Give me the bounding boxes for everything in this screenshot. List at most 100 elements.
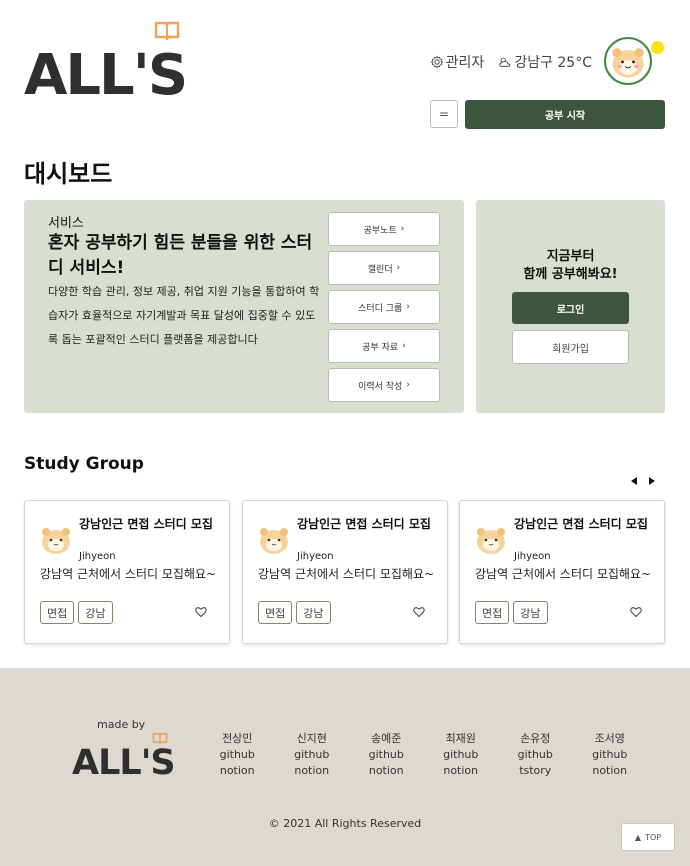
study-card[interactable]: 강남인근 면접 스터디 모집 Jihyeon 강남역 근처에서 스터디 모집해요… (459, 500, 665, 644)
card-author: Jihyeon (79, 551, 116, 562)
weather-icon (499, 57, 511, 67)
card-author: Jihyeon (297, 551, 334, 562)
scroll-top-button[interactable]: ▲ TOP (621, 823, 675, 851)
tag[interactable]: 면접 (475, 601, 510, 624)
member-link[interactable]: notion (573, 763, 648, 779)
tag[interactable]: 면접 (40, 601, 75, 624)
card-tags: 면접 강남 (258, 601, 331, 624)
status-dot (651, 41, 664, 54)
link-label: 캘린더 (367, 264, 393, 275)
study-note-link[interactable]: 공부노트 › (328, 212, 440, 246)
weather-label: 강남구 25°C (514, 55, 592, 71)
hamster-avatar-icon (260, 528, 288, 554)
study-material-link[interactable]: 공부 자료 › (328, 329, 440, 363)
study-group-title: Study Group (24, 454, 144, 474)
member-link[interactable]: github (200, 747, 275, 763)
member-item: 송예준 github notion (349, 731, 424, 779)
footer-logo[interactable]: ALL'S (72, 732, 176, 786)
member-link[interactable]: notion (275, 763, 350, 779)
service-description: 다양한 학습 관리, 정보 제공, 취업 지원 기능을 통합하여 학습자가 효율… (48, 285, 320, 346)
chevron-right-icon: › (400, 224, 405, 234)
made-by-label: made by (97, 718, 146, 731)
hamster-avatar-icon (612, 48, 644, 78)
member-name: 조서영 (594, 732, 625, 745)
card-author: Jihyeon (514, 551, 551, 562)
member-item: 손유정 github tstory (498, 731, 573, 779)
heart-icon[interactable] (195, 606, 207, 618)
card-description: 강남역 근처에서 스터디 모집해요~ (475, 567, 652, 581)
member-name: 최재원 (445, 732, 476, 745)
login-panel: 지금부터 함께 공부해봐요! 로그인 회원가입 (476, 200, 665, 413)
member-link[interactable]: notion (424, 763, 499, 779)
top-label: TOP (645, 832, 662, 842)
study-card[interactable]: 강남인근 면접 스터디 모집 Jihyeon 강남역 근처에서 스터디 모집해요… (242, 500, 448, 644)
signup-button[interactable]: 회원가입 (512, 330, 629, 364)
tag[interactable]: 면접 (258, 601, 293, 624)
book-icon (154, 21, 180, 40)
link-label: 이력서 작성 (358, 381, 403, 392)
chevron-right-icon: › (406, 380, 410, 390)
member-item: 신지현 github notion (275, 731, 350, 779)
service-links: 공부노트 › 캘린더 › 스터디 그룹 › 공부 자료 › 이력서 작성 › (328, 212, 440, 407)
member-item: 조서영 github notion (573, 731, 648, 779)
top-info: 관리자 강남구 25°C (430, 52, 592, 72)
resume-link[interactable]: 이력서 작성 › (328, 368, 440, 402)
carousel-arrows (631, 477, 655, 485)
member-link[interactable]: github (424, 747, 499, 763)
login-button[interactable]: 로그인 (512, 292, 629, 324)
admin-label: 관리자 (445, 55, 485, 71)
member-link[interactable]: notion (200, 763, 275, 779)
card-description: 강남역 근처에서 스터디 모집해요~ (258, 567, 435, 581)
link-label: 스터디 그룹 (358, 303, 403, 314)
tag[interactable]: 강남 (513, 601, 548, 624)
login-message: 지금부터 함께 공부해봐요! (476, 248, 665, 284)
member-name: 송예준 (371, 732, 402, 745)
gear-icon (430, 55, 444, 69)
weather-info: 강남구 25°C (498, 52, 592, 72)
start-study-button[interactable]: 공부 시작 (465, 100, 665, 129)
member-item: 전상민 github notion (200, 731, 275, 779)
user-avatar[interactable] (604, 37, 652, 85)
service-headline: 혼자 공부하기 힘든 분들을 위한 스터디 서비스! (48, 233, 313, 278)
login-message-line2: 함께 공부해봐요! (523, 267, 618, 282)
prev-arrow-icon[interactable] (631, 477, 637, 485)
hamster-avatar-icon (477, 528, 505, 554)
next-arrow-icon[interactable] (649, 477, 655, 485)
tag[interactable]: 강남 (78, 601, 113, 624)
member-name: 전상민 (222, 732, 253, 745)
team-members: 전상민 github notion 신지현 github notion 송예준 … (200, 731, 647, 779)
card-description: 강남역 근처에서 스터디 모집해요~ (40, 567, 217, 581)
member-link[interactable]: notion (349, 763, 424, 779)
chevron-right-icon: › (396, 263, 401, 273)
admin-link[interactable]: 관리자 (430, 52, 485, 72)
copyright: © 2021 All Rights Reserved (268, 817, 422, 830)
member-link[interactable]: tstory (498, 763, 573, 779)
hamster-avatar-icon (42, 528, 70, 554)
card-title: 강남인근 면접 스터디 모집 (514, 517, 648, 531)
study-card[interactable]: 강남인근 면접 스터디 모집 Jihyeon 강남역 근처에서 스터디 모집해요… (24, 500, 230, 644)
card-title: 강남인근 면접 스터디 모집 (79, 517, 213, 531)
card-tags: 면접 강남 (475, 601, 548, 624)
member-item: 최재원 github notion (424, 731, 499, 779)
member-link[interactable]: github (349, 747, 424, 763)
member-link[interactable]: github (573, 747, 648, 763)
study-group-link[interactable]: 스터디 그룹 › (328, 290, 440, 324)
login-message-line1: 지금부터 (546, 249, 595, 264)
calendar-link[interactable]: 캘린더 › (328, 251, 440, 285)
link-label: 공부노트 (363, 225, 397, 236)
heart-icon[interactable] (413, 606, 425, 618)
heart-icon[interactable] (630, 606, 642, 618)
menu-button[interactable]: = (430, 100, 458, 128)
member-link[interactable]: github (498, 747, 573, 763)
card-title: 강남인근 면접 스터디 모집 (297, 517, 431, 531)
footer: made by ALL'S 전상민 github notion 신지현 gith… (0, 668, 690, 866)
caret-up-icon: ▲ (634, 832, 642, 842)
footer-logo-text: ALL'S (72, 743, 176, 783)
chevron-right-icon: › (402, 341, 406, 351)
brand-logo[interactable]: ALL'S (24, 20, 188, 108)
service-tag: 서비스 (48, 216, 84, 231)
service-panel: 서비스 혼자 공부하기 힘든 분들을 위한 스터디 서비스! 다양한 학습 관리… (24, 200, 464, 413)
tag[interactable]: 강남 (296, 601, 331, 624)
logo-text: ALL'S (24, 43, 188, 108)
member-link[interactable]: github (275, 747, 350, 763)
